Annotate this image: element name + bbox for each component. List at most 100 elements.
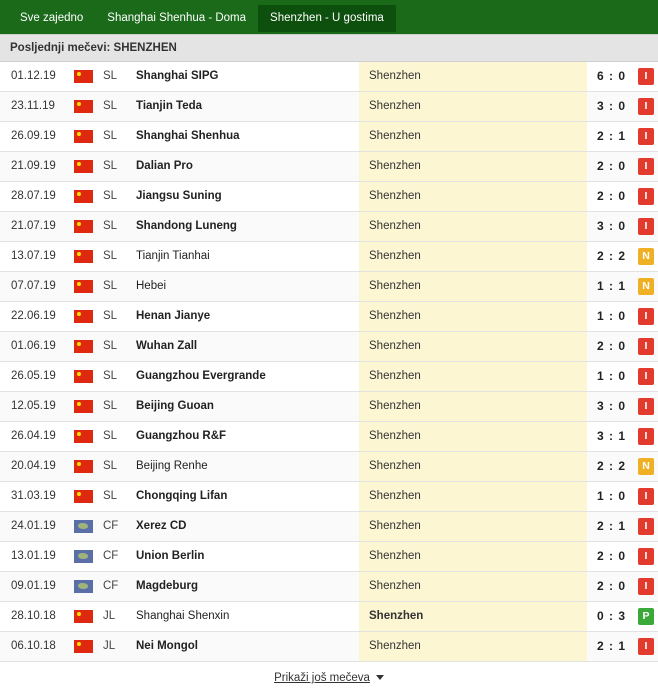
away-team[interactable]: Shenzhen [369, 62, 421, 91]
match-date: 09.01.19 [11, 580, 56, 592]
match-row[interactable]: 20.04.19 SL Beijing Renhe Shenzhen 2 : 2 N [0, 452, 658, 482]
match-score[interactable]: 2 : 0 [597, 332, 626, 361]
home-team[interactable]: Hebei [136, 272, 166, 301]
match-score[interactable]: 2 : 0 [597, 542, 626, 571]
match-row[interactable]: 06.10.18 JL Nei Mongol Shenzhen 2 : 1 I [0, 632, 658, 662]
competition-code: SL [103, 250, 118, 262]
match-score[interactable]: 1 : 1 [597, 272, 626, 301]
home-team[interactable]: Shanghai Shenhua [136, 122, 240, 151]
competition-code: SL [103, 190, 118, 202]
match-score[interactable]: 2 : 1 [597, 632, 626, 661]
match-score[interactable]: 2 : 0 [597, 182, 626, 211]
match-row[interactable]: 26.05.19 SL Guangzhou Evergrande Shenzhen 1 … [0, 362, 658, 392]
away-team[interactable]: Shenzhen [369, 242, 421, 271]
match-score[interactable]: 3 : 0 [597, 92, 626, 121]
home-team[interactable]: Chongqing Lifan [136, 482, 227, 511]
home-team[interactable]: Nei Mongol [136, 632, 198, 661]
home-team[interactable]: Shandong Luneng [136, 212, 237, 241]
match-score[interactable]: 1 : 0 [597, 302, 626, 331]
away-team[interactable]: Shenzhen [369, 272, 421, 301]
away-team[interactable]: Shenzhen [369, 512, 421, 541]
competition-code: SL [103, 340, 118, 352]
home-team[interactable]: Magdeburg [136, 572, 198, 601]
tab-home[interactable]: Shanghai Shenhua - Doma [95, 5, 258, 32]
away-team[interactable]: Shenzhen [369, 602, 423, 631]
match-row[interactable]: 28.10.18 JL Shanghai Shenxin Shenzhen 0 : 3 P [0, 602, 658, 632]
match-score[interactable]: 3 : 0 [597, 212, 626, 241]
away-team[interactable]: Shenzhen [369, 452, 421, 481]
away-team[interactable]: Shenzhen [369, 332, 421, 361]
match-row[interactable]: 12.05.19 SL Beijing Guoan Shenzhen 3 : 0 I [0, 392, 658, 422]
match-score[interactable]: 3 : 0 [597, 392, 626, 421]
match-row[interactable]: 01.06.19 SL Wuhan Zall Shenzhen 2 : 0 I [0, 332, 658, 362]
competition-code: SL [103, 370, 118, 382]
away-team[interactable]: Shenzhen [369, 212, 421, 241]
away-team[interactable]: Shenzhen [369, 392, 421, 421]
away-team[interactable]: Shenzhen [369, 542, 421, 571]
away-team[interactable]: Shenzhen [369, 182, 421, 211]
match-date: 23.11.19 [11, 100, 55, 112]
match-score[interactable]: 2 : 0 [597, 572, 626, 601]
match-score[interactable]: 2 : 2 [597, 242, 626, 271]
home-team[interactable]: Wuhan Zall [136, 332, 197, 361]
china-flag-icon [74, 640, 93, 653]
china-flag-icon [74, 250, 93, 263]
match-score[interactable]: 3 : 1 [597, 422, 626, 451]
home-team[interactable]: Guangzhou R&F [136, 422, 226, 451]
match-score[interactable]: 2 : 0 [597, 152, 626, 181]
match-row[interactable]: 13.07.19 SL Tianjin Tianhai Shenzhen 2 : 2 N [0, 242, 658, 272]
chevron-down-icon[interactable] [375, 675, 384, 681]
away-team[interactable]: Shenzhen [369, 122, 421, 151]
away-team[interactable]: Shenzhen [369, 152, 421, 181]
match-score[interactable]: 2 : 1 [597, 512, 626, 541]
match-row[interactable]: 23.11.19 SL Tianjin Teda Shenzhen 3 : 0 I [0, 92, 658, 122]
tab-all[interactable]: Sve zajedno [8, 5, 95, 32]
match-row[interactable]: 13.01.19 CF Union Berlin Shenzhen 2 : 0 I [0, 542, 658, 572]
match-row[interactable]: 07.07.19 SL Hebei Shenzhen 1 : 1 N [0, 272, 658, 302]
home-team[interactable]: Tianjin Teda [136, 92, 202, 121]
match-row[interactable]: 21.07.19 SL Shandong Luneng Shenzhen 3 : 0 I [0, 212, 658, 242]
away-team[interactable]: Shenzhen [369, 362, 421, 391]
match-date: 28.10.18 [11, 610, 56, 622]
away-team[interactable]: Shenzhen [369, 92, 421, 121]
match-score[interactable]: 1 : 0 [597, 482, 626, 511]
match-score[interactable]: 6 : 0 [597, 62, 626, 91]
match-row[interactable]: 22.06.19 SL Henan Jianye Shenzhen 1 : 0 I [0, 302, 658, 332]
home-team[interactable]: Guangzhou Evergrande [136, 362, 266, 391]
home-team[interactable]: Shanghai SIPG [136, 62, 218, 91]
away-team[interactable]: Shenzhen [369, 302, 421, 331]
competition-code: CF [103, 580, 119, 592]
away-team[interactable]: Shenzhen [369, 422, 421, 451]
match-row[interactable]: 31.03.19 SL Chongqing Lifan Shenzhen 1 : 0 I [0, 482, 658, 512]
match-row[interactable]: 01.12.19 SL Shanghai SIPG Shenzhen 6 : 0 I [0, 62, 658, 92]
away-team[interactable]: Shenzhen [369, 632, 421, 661]
competition-code: SL [103, 100, 118, 112]
match-row[interactable]: 26.09.19 SL Shanghai Shenhua Shenzhen 2 : 1 I [0, 122, 658, 152]
home-team[interactable]: Henan Jianye [136, 302, 210, 331]
result-badge: I [638, 548, 654, 565]
match-score[interactable]: 0 : 3 [597, 602, 626, 631]
away-team[interactable]: Shenzhen [369, 572, 421, 601]
competition-code: JL [103, 640, 116, 652]
match-row[interactable]: 09.01.19 CF Magdeburg Shenzhen 2 : 0 I [0, 572, 658, 602]
tab-away[interactable]: Shenzhen - U gostima [258, 5, 396, 32]
match-row[interactable]: 21.09.19 SL Dalian Pro Shenzhen 2 : 0 I [0, 152, 658, 182]
away-team[interactable]: Shenzhen [369, 482, 421, 511]
match-score[interactable]: 2 : 1 [597, 122, 626, 151]
match-row[interactable]: 26.04.19 SL Guangzhou R&F Shenzhen 3 : 1 I [0, 422, 658, 452]
home-team[interactable]: Jiangsu Suning [136, 182, 222, 211]
home-team[interactable]: Xerez CD [136, 512, 187, 541]
home-team[interactable]: Dalian Pro [136, 152, 193, 181]
match-row[interactable]: 28.07.19 SL Jiangsu Suning Shenzhen 2 : 0 I [0, 182, 658, 212]
home-team[interactable]: Beijing Renhe [136, 452, 208, 481]
home-team[interactable]: Union Berlin [136, 542, 204, 571]
show-more-link[interactable]: Prikaži još mečeva [274, 672, 370, 684]
home-team[interactable]: Beijing Guoan [136, 392, 214, 421]
match-row[interactable]: 24.01.19 CF Xerez CD Shenzhen 2 : 1 I [0, 512, 658, 542]
china-flag-icon [74, 310, 93, 323]
home-team[interactable]: Shanghai Shenxin [136, 602, 229, 631]
match-score[interactable]: 2 : 2 [597, 452, 626, 481]
match-score[interactable]: 1 : 0 [597, 362, 626, 391]
competition-code: SL [103, 280, 118, 292]
home-team[interactable]: Tianjin Tianhai [136, 242, 210, 271]
